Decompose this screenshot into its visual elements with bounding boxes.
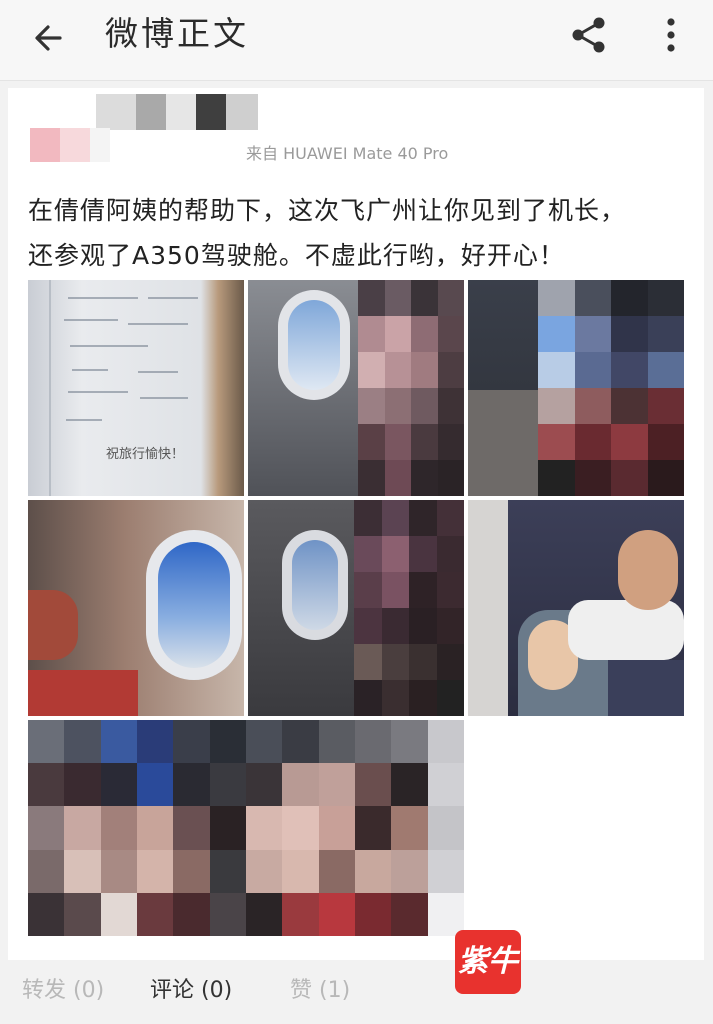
more-vertical-icon[interactable] bbox=[658, 14, 684, 56]
page-title: 微博正文 bbox=[105, 14, 249, 53]
post-source: 来自 HUAWEI Mate 40 Pro bbox=[246, 144, 449, 163]
blurred-face bbox=[354, 500, 464, 716]
post-image-3[interactable] bbox=[468, 280, 684, 496]
avatar[interactable] bbox=[30, 128, 110, 162]
image-grid: 祝旅行愉快！ bbox=[28, 280, 684, 936]
post-image-6[interactable] bbox=[468, 500, 684, 716]
window-frame bbox=[146, 530, 242, 680]
arrow-left-icon[interactable] bbox=[30, 18, 70, 58]
window-frame bbox=[278, 290, 350, 400]
post-image-7[interactable] bbox=[28, 720, 464, 936]
repost-button[interactable]: 转发 (0) bbox=[22, 976, 104, 1006]
window-frame bbox=[282, 530, 348, 640]
note-text: 祝旅行愉快！ bbox=[106, 446, 184, 462]
post-card: 来自 HUAWEI Mate 40 Pro 在倩倩阿姨的帮助下，这次飞广州让你见… bbox=[8, 88, 704, 1024]
username-blurred[interactable] bbox=[96, 94, 258, 130]
top-app-bar: 微博正文 bbox=[0, 0, 713, 81]
blurred-face bbox=[538, 280, 684, 496]
post-image-5[interactable] bbox=[248, 500, 464, 716]
post-text: 在倩倩阿姨的帮助下，这次飞广州让你见到了机长， 还参观了A350驾驶舱。不虚此行… bbox=[28, 188, 688, 278]
share-icon[interactable] bbox=[568, 14, 610, 56]
post-image-4[interactable] bbox=[28, 500, 244, 716]
watermark-logo: 紫牛 bbox=[455, 930, 521, 994]
post-text-line-2: 还参观了A350驾驶舱。不虚此行哟，好开心！ bbox=[28, 241, 565, 270]
post-image-1[interactable]: 祝旅行愉快！ bbox=[28, 280, 244, 496]
note-lines: 祝旅行愉快！ bbox=[49, 280, 198, 496]
post-image-2[interactable] bbox=[248, 280, 464, 496]
post-action-bar: 转发 (0) 评论 (0) 赞 (1) bbox=[0, 960, 713, 1024]
like-button[interactable]: 赞 (1) bbox=[290, 976, 350, 1006]
comment-button[interactable]: 评论 (0) bbox=[150, 976, 232, 1006]
post-text-line-1: 在倩倩阿姨的帮助下，这次飞广州让你见到了机长， bbox=[28, 196, 627, 225]
blurred-face bbox=[358, 280, 464, 496]
blurred-faces bbox=[28, 720, 464, 936]
